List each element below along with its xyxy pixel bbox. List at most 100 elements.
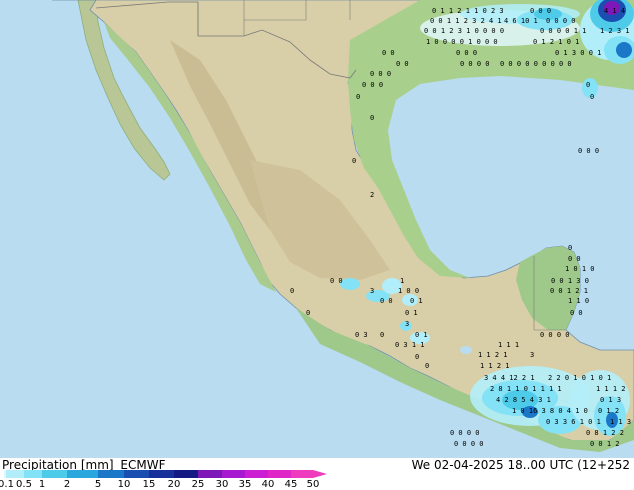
precip-value-label: 3 [370, 287, 374, 295]
colorbar-tick-label: 25 [191, 479, 205, 490]
precip-value-label: 2 2 0 1 0 1 0 1 [548, 374, 611, 382]
precip-value-label: 0 1 2 [598, 407, 619, 415]
precip-value-label: 0 0 0 [530, 7, 551, 15]
colorbar-tick-label: 50 [306, 479, 320, 490]
precip-value-label: 0 1 [405, 309, 418, 317]
precip-value-label: 0 0 1 2 [590, 440, 620, 448]
precip-value-label: 0 0 0 [456, 49, 477, 57]
precip-value-label: 1 1 2 1 [480, 362, 510, 370]
precip-value-label: 0 [590, 93, 594, 101]
precip-value-label: 1 1 1 2 [596, 385, 626, 393]
precip-value-label: 0 [352, 157, 356, 165]
precip-value-label: 0 0 0 [370, 70, 391, 78]
precip-value-label: 0 [370, 114, 374, 122]
precip-value-label: 0 0 0 0 [454, 440, 484, 448]
precip-value-label: 0 [290, 287, 294, 295]
precip-value-label: 0 [586, 81, 590, 89]
precip-value-label: 0 0 [396, 60, 409, 68]
precip-value-label: 1 2 3 1 [600, 27, 630, 35]
colorbar-tick-label: 40 [261, 479, 275, 490]
colorbar-tick-label: 15 [142, 479, 156, 490]
precip-value-label: 0 0 1 2 1 [550, 287, 588, 295]
precip-value-label: 0 [356, 93, 360, 101]
colorbar-tick-label: 5 [94, 479, 102, 490]
precip-value-label: 1 0 1 0 [565, 265, 595, 273]
precip-value-label: 2 8 1 1 0 1 1 1 1 [490, 385, 562, 393]
colorbar-segment [42, 470, 67, 478]
precip-value-label: 0 [306, 309, 310, 317]
precip-value-label: 0 1 3 0 0 1 [555, 49, 601, 57]
precip-value-label: 0 0 [382, 49, 395, 57]
precip-value-label: 0 0 0 0 0 0 0 0 0 [500, 60, 572, 68]
precip-value-label: 0 1 [415, 331, 428, 339]
colorbar-tick-label: 0.1 [0, 479, 14, 490]
precip-value-label: 0 3 3 6 1 0 1 [546, 418, 601, 426]
precip-value-label: 0 0 0 0 1 1 [540, 27, 586, 35]
precip-value-label: 0 0 0 0 [450, 429, 480, 437]
precipitation-map[interactable]: 0 1 1 2 1 1 0 2 3 0 0 0 4 1 4 0 0 1 1 2 3 2… [0, 0, 634, 458]
precip-value-label: 0 0 1 3 0 [551, 277, 589, 285]
precip-value-label: 0 [380, 331, 384, 339]
colorbar-tick-label: 10 [117, 479, 131, 490]
precip-value-label: 0 1 [410, 297, 423, 305]
precip-value-label: 2 [370, 191, 374, 199]
precip-value-label: 0 0 1 1 2 3 2 4 1 [430, 17, 502, 25]
datetime-label: We 02-04-2025 18..00 UTC (12+252 [411, 458, 630, 472]
precip-value-label: 4 6 10 1 [504, 17, 538, 25]
precip-value-label: 1 [400, 277, 404, 285]
colorbar-segment [67, 470, 98, 478]
colorbar-segment [268, 470, 291, 478]
footer: Precipitation [mm] ECMWF We 02-04-2025 1… [0, 458, 634, 490]
colorbar-segment [245, 470, 268, 478]
colorbar-tick-label: 2 [63, 479, 71, 490]
precip-value-label: 0 0 0 0 [460, 60, 490, 68]
colorbar-segment [124, 470, 149, 478]
precip-value-label: 0 0 1 2 3 1 0 0 0 0 [424, 27, 504, 35]
colorbar-segment [98, 470, 124, 478]
map-canvas: 0 1 1 2 1 1 0 2 3 0 0 0 4 1 4 0 0 1 1 2 3 2… [0, 0, 634, 458]
precip-value-label: 0 1 3 [600, 396, 621, 404]
precip-value-label: 0 1 2 1 0 1 [533, 38, 579, 46]
colorbar-segment [24, 470, 42, 478]
precip-value-label: 4 2 8 5 4 3 1 [496, 396, 551, 404]
colorbar-segment [291, 470, 313, 478]
precip-value-label: 0 8 1 2 2 [586, 429, 624, 437]
colorbar-tick-label: 0.5 [16, 479, 32, 490]
precip-value-label: 3 4 4 12 2 1 [484, 374, 535, 382]
colorbar-segment [149, 470, 174, 478]
precip-value-label: 0 3 [355, 331, 368, 339]
colorbar-tick-label: 45 [284, 479, 298, 490]
colorbar-tick-label: 1 [38, 479, 46, 490]
precip-value-label: 0 0 0 [362, 81, 383, 89]
precip-value-label: 0 3 1 1 [395, 341, 425, 349]
precip-value-label: 1 1 0 [568, 297, 589, 305]
precip-value-label: 0 0 0 [578, 147, 599, 155]
precip-value-label: 1 1 2 1 [478, 351, 508, 359]
lake [460, 346, 472, 354]
precip-value-label: 4 1 4 [604, 7, 625, 15]
colorbar-segment [6, 470, 24, 478]
precip-value-label: 0 0 [568, 255, 581, 263]
precip-value-label: 0 0 [570, 309, 583, 317]
colorbar-segment [198, 470, 222, 478]
precip-value-label: 1 0 0 0 0 1 0 0 0 [426, 38, 498, 46]
colorbar-tick-label: 30 [215, 479, 229, 490]
colorbar-arrow [313, 470, 327, 478]
precip-value-label: 3 [405, 320, 409, 328]
precip-value-label: 0 0 [380, 297, 393, 305]
colorbar-segment [174, 470, 198, 478]
precip-value-label: 0 0 [330, 277, 343, 285]
precip-value-label: 1 1 1 [498, 341, 519, 349]
precip-value-label: 1 1 3 [610, 418, 631, 426]
precip-value-label: 1 0 16 3 8 0 4 1 0 [512, 407, 588, 415]
colorbar-tick-label: 20 [167, 479, 181, 490]
precip-value-label: 0 [425, 362, 429, 370]
precip-value-label: 0 [415, 353, 419, 361]
colorbar-tick-label: 35 [238, 479, 252, 490]
precip-value-label: 0 1 1 2 1 1 0 2 3 [432, 7, 504, 15]
precip-value-label: 0 0 0 0 [546, 17, 576, 25]
precip-value-label: 0 [568, 244, 572, 252]
colorbar-segment [222, 470, 245, 478]
precip-value-label: 3 [530, 351, 534, 359]
precip-value-label: 0 0 0 0 [540, 331, 570, 339]
